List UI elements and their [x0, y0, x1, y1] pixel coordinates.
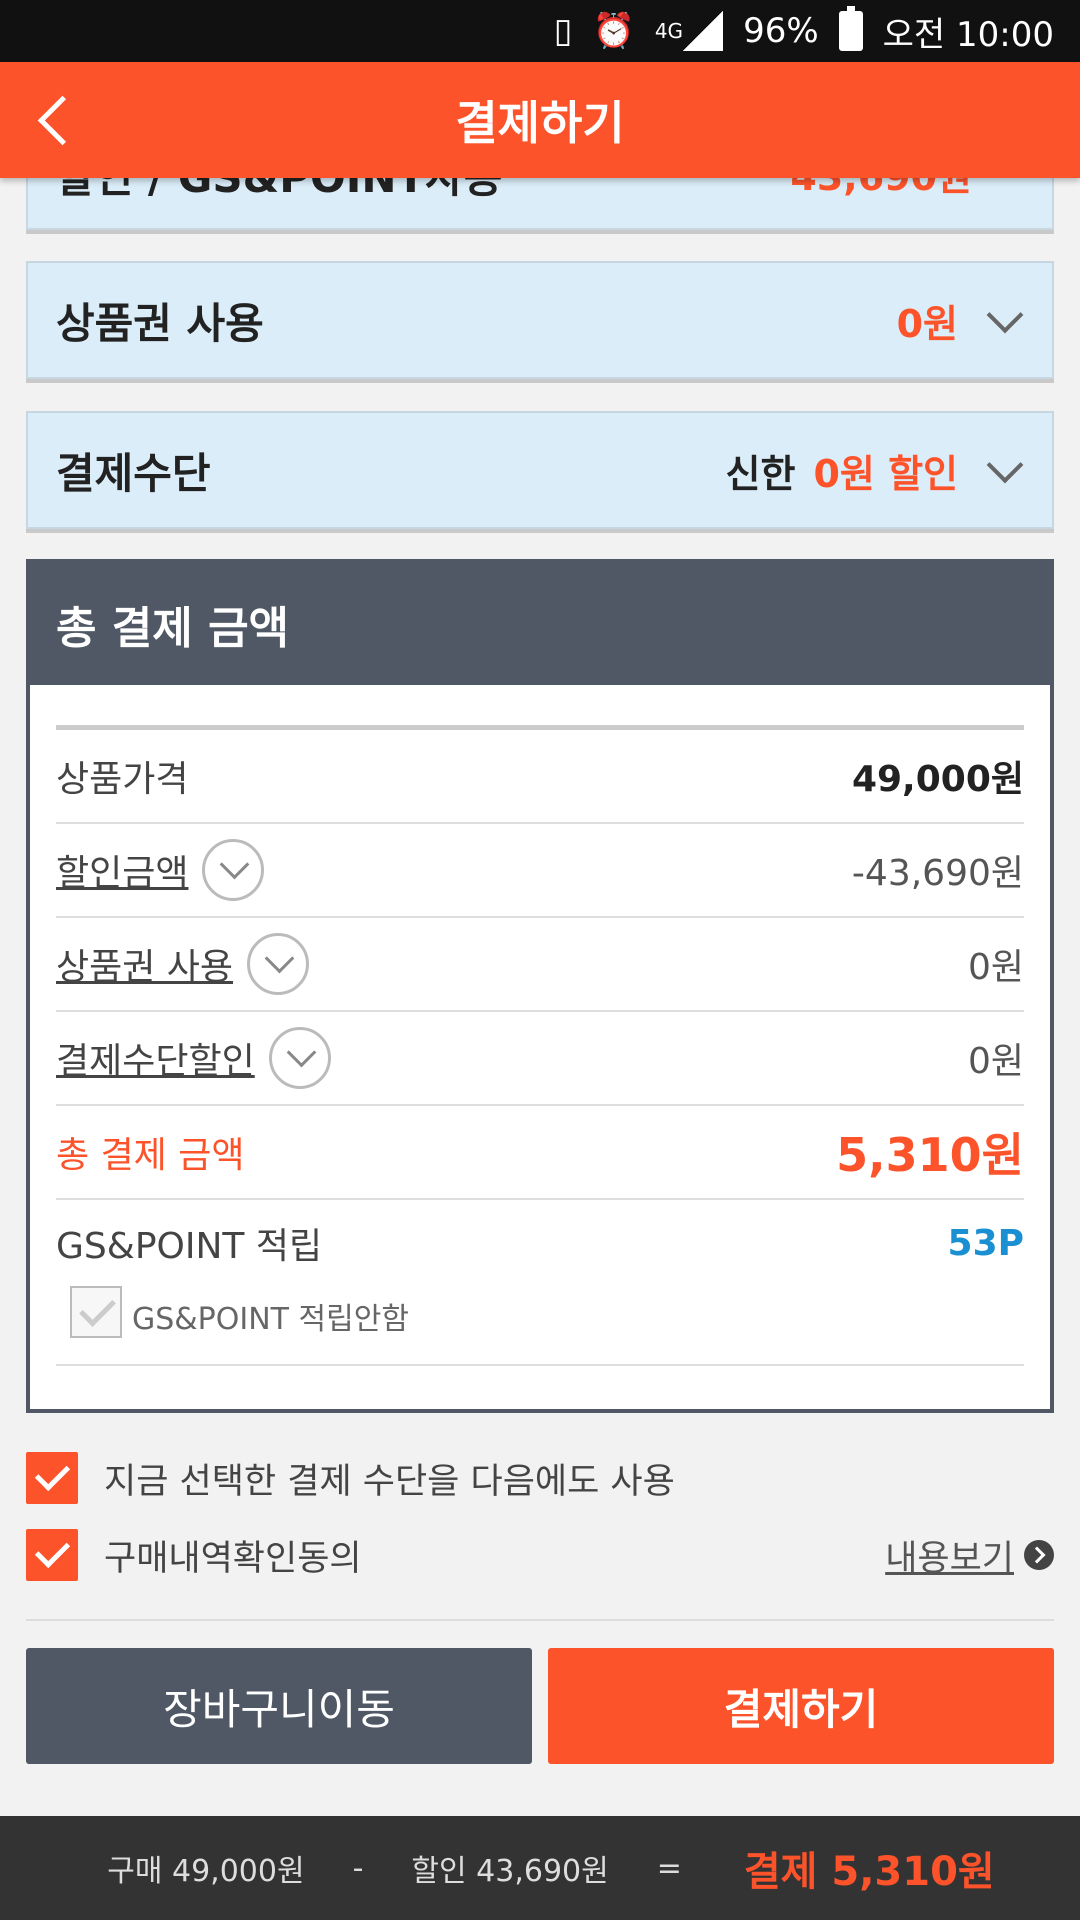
clock: 오전 10:00	[882, 14, 1054, 55]
gift-card-toggle[interactable]: 상품권 사용	[56, 933, 310, 995]
purchase-confirm-checkbox[interactable]	[26, 1529, 78, 1581]
discount-row: 할인금액 -43,690원	[56, 824, 1024, 918]
point-earn-row: GS&POINT 적립 53P	[56, 1200, 1024, 1286]
app-header: 결제하기	[0, 62, 1080, 178]
product-price-value: 49,000원	[851, 759, 1024, 800]
summary-purchase: 구매 49,000원	[107, 1854, 305, 1889]
chevron-down-icon	[984, 450, 1024, 490]
chevron-down-icon	[984, 300, 1024, 340]
summary-minus: -	[352, 1850, 364, 1886]
summary-equals: =	[656, 1850, 682, 1886]
battery-percent: 96%	[743, 11, 819, 51]
view-details-label[interactable]: 내용보기	[885, 1530, 1014, 1581]
total-box-header: 총 결제 금액	[30, 563, 1050, 685]
method-discount-row: 결제수단할인 0원	[56, 1012, 1024, 1106]
total-amount-value: 5,310원	[836, 1128, 1024, 1182]
remember-method-row[interactable]: 지금 선택한 결제 수단을 다음에도 사용	[26, 1451, 1054, 1505]
status-bar: ▯ ⏰ 4G 96% 오전 10:00	[0, 0, 1080, 62]
point-earn-value: 53P	[947, 1222, 1024, 1264]
total-box-title: 총 결제 금액	[56, 603, 290, 654]
purchase-confirm-label[interactable]: 구매내역확인동의	[104, 1530, 885, 1581]
gift-card-row-value: 0원	[967, 947, 1024, 988]
discount-label[interactable]: 할인금액	[56, 844, 188, 896]
page-title: 결제하기	[455, 96, 625, 150]
product-price-row: 상품가격 49,000원	[56, 730, 1024, 824]
circle-chevron-down-icon[interactable]	[247, 933, 310, 995]
point-opt-out-row: GS&POINT 적립안함	[56, 1286, 1024, 1366]
vibrate-icon: ▯	[553, 11, 573, 51]
gift-card-panel[interactable]: 상품권 사용 0원	[26, 261, 1054, 379]
circle-chevron-down-icon[interactable]	[202, 839, 265, 901]
point-earn-label: GS&POINT 적립	[56, 1226, 323, 1267]
method-discount-label[interactable]: 결제수단할인	[56, 1032, 255, 1084]
go-to-cart-button[interactable]: 장바구니이동	[26, 1648, 532, 1764]
payment-card-name: 신한	[725, 451, 796, 496]
gift-card-row-label[interactable]: 상품권 사용	[56, 938, 233, 990]
point-opt-out-checkbox[interactable]	[70, 1286, 122, 1338]
method-discount-toggle[interactable]: 결제수단할인	[56, 1027, 331, 1089]
total-payment-box: 총 결제 금액 상품가격 49,000원 할인금액 -43,690원 상품권 사…	[26, 559, 1054, 1413]
payment-method-label: 결제수단	[56, 448, 211, 498]
gift-card-row: 상품권 사용 0원	[56, 918, 1024, 1012]
gift-card-value: 0원	[896, 301, 958, 346]
divider	[26, 1619, 1054, 1621]
circle-chevron-down-icon[interactable]	[268, 1027, 331, 1089]
back-button[interactable]	[26, 90, 86, 150]
remember-method-checkbox[interactable]	[26, 1452, 78, 1504]
product-price-label: 상품가격	[56, 759, 189, 800]
network-type: 4G	[654, 19, 684, 43]
point-opt-out-label[interactable]: GS&POINT 적립안함	[132, 1294, 409, 1338]
summary-discount: 할인 43,690원	[411, 1854, 609, 1889]
total-amount-row: 총 결제 금액 5,310원	[56, 1106, 1024, 1200]
signal-icon: 4G	[654, 11, 724, 51]
gift-card-label: 상품권 사용	[56, 298, 264, 348]
battery-icon	[838, 6, 863, 51]
summary-pay: 결제 5,310원	[743, 1849, 995, 1895]
payment-method-discount: 0원 할인	[813, 451, 958, 496]
pay-button[interactable]: 결제하기	[548, 1648, 1054, 1764]
alarm-icon: ⏰	[592, 11, 635, 51]
total-amount-label: 총 결제 금액	[56, 1135, 245, 1176]
discount-value: -43,690원	[851, 853, 1024, 894]
arrow-right-circle-icon[interactable]	[1024, 1540, 1054, 1570]
payment-summary-bar: 구매 49,000원 - 할인 43,690원 = 결제 5,310원	[0, 1816, 1080, 1920]
remember-method-label[interactable]: 지금 선택한 결제 수단을 다음에도 사용	[104, 1453, 1054, 1504]
method-discount-value: 0원	[967, 1041, 1024, 1082]
view-details-link[interactable]: 내용보기	[885, 1530, 1054, 1581]
payment-method-panel[interactable]: 결제수단 신한 0원 할인	[26, 411, 1054, 529]
discount-toggle[interactable]: 할인금액	[56, 839, 265, 901]
purchase-confirm-row[interactable]: 구매내역확인동의 내용보기	[26, 1528, 1054, 1582]
